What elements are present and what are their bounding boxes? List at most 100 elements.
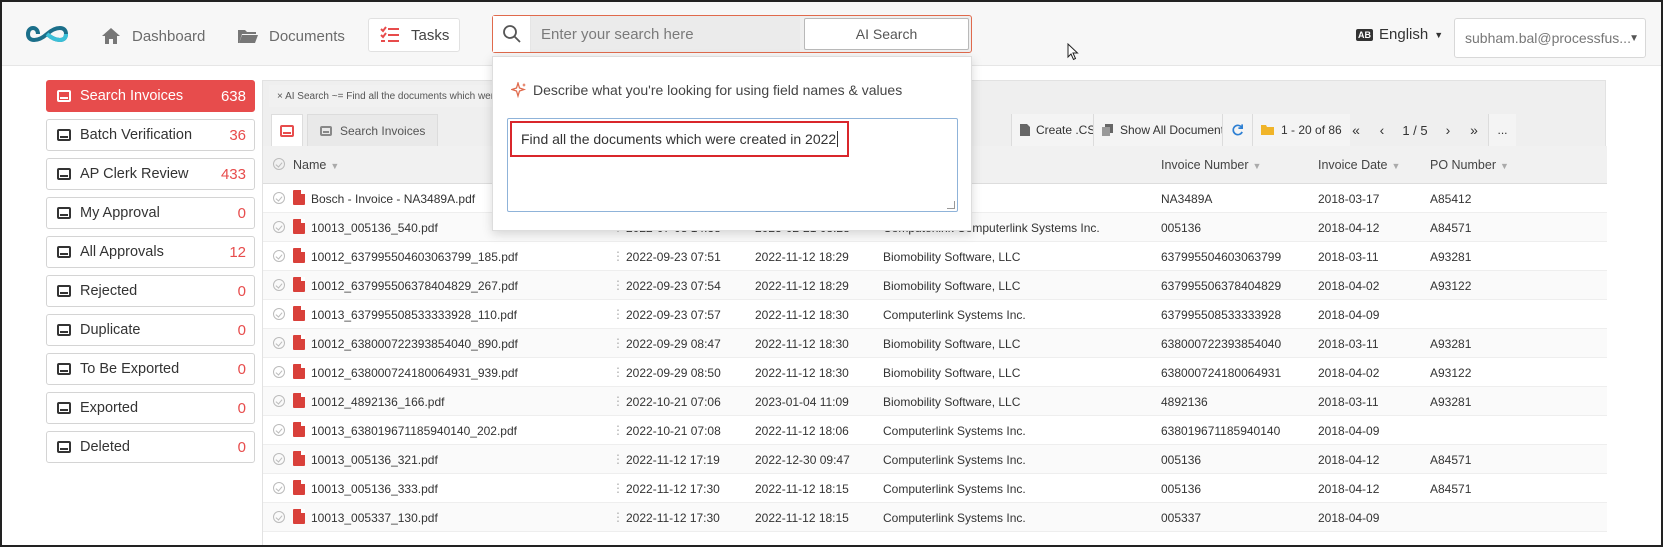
- resize-handle-icon[interactable]: [947, 201, 955, 209]
- cell-vendor: Computerlink Systems Inc.: [883, 308, 1026, 322]
- show-all-label: Show All Documents: [1120, 123, 1231, 137]
- select-all-checkbox[interactable]: [273, 158, 285, 170]
- search-input[interactable]: [531, 16, 800, 52]
- show-all-documents-button[interactable]: Show All Documents: [1093, 114, 1239, 146]
- table-row[interactable]: ⋮ 10013_637995508533333928_110.pdf 2022-09…: [263, 300, 1607, 329]
- row-checkbox[interactable]: [273, 308, 285, 320]
- table-row[interactable]: ⋮ 10012_4892136_166.pdf 2022-10-21 07:06 20…: [263, 387, 1607, 416]
- ai-query-textarea[interactable]: Find all the documents which were create…: [507, 118, 958, 212]
- app-logo[interactable]: [24, 20, 70, 48]
- tab-inbox[interactable]: [271, 114, 303, 146]
- row-checkbox[interactable]: [273, 250, 285, 262]
- column-header-po-number[interactable]: PO Number ▼: [1430, 158, 1509, 172]
- table-row[interactable]: ⋮ 10013_005136_321.pdf 2022-11-12 17:19 202…: [263, 445, 1607, 474]
- table-row[interactable]: ⋮ 10012_638000724180064931_939.pdf 2022-09…: [263, 358, 1607, 387]
- row-checkbox[interactable]: [273, 221, 285, 233]
- next-page-button[interactable]: ›: [1435, 122, 1461, 138]
- row-checkbox[interactable]: [273, 366, 285, 378]
- row-checkbox[interactable]: [273, 453, 285, 465]
- cell-file-name[interactable]: 10012_637995504603063799_185.pdf: [311, 250, 518, 264]
- inbox-icon: [57, 168, 71, 180]
- cell-vendor: Computerlink Systems Inc.: [883, 511, 1026, 525]
- inbox-icon: [57, 207, 71, 219]
- first-page-button[interactable]: «: [1343, 122, 1369, 138]
- pdf-file-icon: [293, 219, 305, 234]
- row-checkbox[interactable]: [273, 192, 285, 204]
- sidebar-item-all-approvals[interactable]: All Approvals 12: [46, 236, 255, 268]
- table-row[interactable]: ⋮ 10012_638000722393854040_890.pdf 2022-09…: [263, 329, 1607, 358]
- row-checkbox[interactable]: [273, 279, 285, 291]
- inbox-icon: [57, 324, 71, 336]
- nav-documents[interactable]: Documents: [237, 20, 345, 52]
- cell-created-date: 2022-11-12 17:19: [626, 453, 720, 467]
- column-resize-handle-icon: ⋮: [612, 249, 624, 263]
- cell-file-name[interactable]: 10012_4892136_166.pdf: [311, 395, 444, 409]
- prev-page-button[interactable]: ‹: [1369, 122, 1395, 138]
- last-page-button[interactable]: »: [1461, 122, 1487, 138]
- inbox-icon: [57, 363, 71, 375]
- cell-po-number: A93281: [1430, 250, 1472, 264]
- cell-file-name[interactable]: 10012_638000724180064931_939.pdf: [311, 366, 518, 380]
- cell-created-date: 2022-10-21 07:08: [626, 424, 721, 438]
- table-row[interactable]: ⋮ 10012_637995504603063799_185.pdf 2022-09…: [263, 242, 1607, 271]
- ai-search-button[interactable]: AI Search: [804, 18, 969, 50]
- cell-file-name[interactable]: 10013_005136_333.pdf: [311, 482, 438, 496]
- sidebar-item-to-be-exported[interactable]: To Be Exported 0: [46, 353, 255, 385]
- sidebar-item-exported[interactable]: Exported 0: [46, 392, 255, 424]
- filter-chip[interactable]: × AI Search ~= Find all the documents wh…: [269, 85, 508, 107]
- cell-file-name[interactable]: 10013_005337_130.pdf: [311, 511, 438, 525]
- cell-file-name[interactable]: 10012_638000722393854040_890.pdf: [311, 337, 518, 351]
- inbox-icon: [57, 90, 71, 102]
- sidebar-item-my-approval[interactable]: My Approval 0: [46, 197, 255, 229]
- sidebar-item-count: 0: [237, 204, 246, 222]
- more-options-button[interactable]: ...: [1488, 114, 1516, 146]
- table-row[interactable]: ⋮ 10012_637995506378404829_267.pdf 2022-09…: [263, 271, 1607, 300]
- cell-file-name[interactable]: 10013_005136_321.pdf: [311, 453, 438, 467]
- cell-invoice-number: 005136: [1161, 453, 1202, 467]
- cell-created-date: 2022-09-29 08:47: [626, 337, 721, 351]
- cell-invoice-number: 638019671185940140: [1161, 424, 1281, 438]
- nav-dashboard[interactable]: Dashboard: [100, 20, 205, 52]
- row-checkbox[interactable]: [273, 511, 285, 523]
- cell-po-number: A84571: [1430, 221, 1472, 235]
- inbox-icon: [57, 402, 71, 414]
- cell-file-name[interactable]: 10013_638019671185940140_202.pdf: [311, 424, 517, 438]
- table-row[interactable]: ⋮ 10013_005337_130.pdf 2022-11-12 17:30 202…: [263, 503, 1607, 532]
- cell-created-date: 2022-11-12 17:30: [626, 482, 720, 496]
- cell-created-date: 2022-09-23 07:57: [626, 308, 721, 322]
- language-selector[interactable]: AB English ▼: [1356, 26, 1443, 43]
- row-checkbox[interactable]: [273, 424, 285, 436]
- row-checkbox[interactable]: [273, 395, 285, 407]
- column-header-invoice-number[interactable]: Invoice Number ▼: [1161, 158, 1261, 172]
- cell-invoice-date: 2018-04-12: [1318, 453, 1380, 467]
- user-menu[interactable]: subham.bal@processfus... ▼: [1454, 18, 1646, 58]
- row-checkbox[interactable]: [273, 482, 285, 494]
- row-checkbox[interactable]: [273, 337, 285, 349]
- tab-search-invoices[interactable]: Search Invoices: [307, 114, 439, 146]
- search-icon[interactable]: [493, 16, 531, 52]
- cell-modified-date: 2022-11-12 18:29: [755, 250, 849, 264]
- sidebar-item-search-invoices[interactable]: Search Invoices 638: [46, 80, 255, 112]
- cell-file-name[interactable]: 10013_005136_540.pdf: [311, 221, 438, 235]
- sidebar-item-ap-clerk-review[interactable]: AP Clerk Review 433: [46, 158, 255, 190]
- sidebar-item-duplicate[interactable]: Duplicate 0: [46, 314, 255, 346]
- cell-po-number: A84571: [1430, 453, 1472, 467]
- cell-modified-date: 2022-12-30 09:47: [755, 453, 850, 467]
- sidebar-item-rejected[interactable]: Rejected 0: [46, 275, 255, 307]
- sidebar-item-label: Batch Verification: [80, 127, 193, 143]
- table-row[interactable]: ⋮ 10013_005136_333.pdf 2022-11-12 17:30 202…: [263, 474, 1607, 503]
- sidebar-item-batch-verification[interactable]: Batch Verification 36: [46, 119, 255, 151]
- cell-invoice-number: 005337: [1161, 511, 1202, 525]
- cell-file-name[interactable]: Bosch - Invoice - NA3489A.pdf: [311, 192, 475, 206]
- home-icon: [102, 28, 120, 44]
- sidebar-item-deleted[interactable]: Deleted 0: [46, 431, 255, 463]
- column-header-label: Invoice Number: [1161, 158, 1249, 172]
- column-header-invoice-date[interactable]: Invoice Date ▼: [1318, 158, 1400, 172]
- cell-file-name[interactable]: 10012_637995506378404829_267.pdf: [311, 279, 518, 293]
- refresh-button[interactable]: [1222, 114, 1252, 146]
- column-header-name[interactable]: Name ▼: [293, 158, 339, 172]
- cell-file-name[interactable]: 10013_637995508533333928_110.pdf: [311, 308, 517, 322]
- nav-dashboard-label: Dashboard: [132, 27, 206, 45]
- table-row[interactable]: ⋮ 10013_638019671185940140_202.pdf 2022-10…: [263, 416, 1607, 445]
- nav-tasks[interactable]: Tasks: [368, 18, 461, 52]
